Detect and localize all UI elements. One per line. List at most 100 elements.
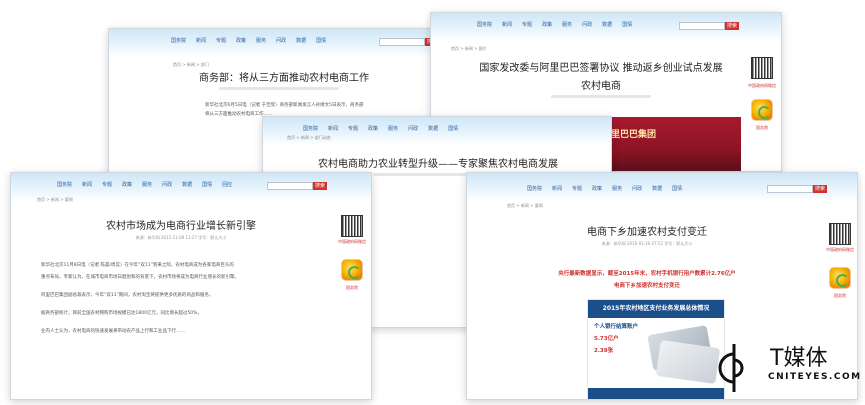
article-meta: 来源：新华网 2016-01-26 07:52 字号：默认大小 xyxy=(601,241,693,246)
nav-item[interactable]: 数据 xyxy=(602,21,612,28)
article-title: 农村市场成为电商行业增长新引擎 xyxy=(106,221,256,232)
article-title: 电商下乡加速农村支付变迁 xyxy=(587,227,707,238)
infographic-value: 2.39张 xyxy=(594,348,614,354)
qr-code-icon xyxy=(829,223,851,245)
nav-item[interactable]: 国务院 xyxy=(57,181,72,188)
nav-item[interactable]: 问政 xyxy=(276,37,286,44)
top-nav: 国务院 新闻 专题 政策 服务 问政 数据 国情 xyxy=(303,125,458,132)
photo-banner-text: 里巴巴集团 xyxy=(611,130,657,140)
search-input[interactable] xyxy=(379,38,425,46)
nav-item[interactable]: 数据 xyxy=(428,125,438,132)
nav-item[interactable]: 新闻 xyxy=(82,181,92,188)
article-title: 商务部：将从三方面推动农村电商工作 xyxy=(199,73,369,84)
search-button[interactable]: 搜索 xyxy=(813,185,827,193)
qr-code-icon xyxy=(751,57,773,79)
nav-item[interactable]: 服务 xyxy=(142,181,152,188)
qr-caption: 中国政府网微信 xyxy=(338,239,366,244)
nav-item[interactable]: 国务院 xyxy=(303,125,318,132)
nav-item[interactable]: 数据 xyxy=(652,185,662,192)
article-body-line: 阿里巴巴集团副总裁表示，今年“双11”期间，农村淘宝将提供更多优质的商品和服务。 xyxy=(41,293,214,298)
breadcrumb: 首页 > 新闻 > 要闻 xyxy=(507,203,543,208)
article-title-line2: 农村电商 xyxy=(581,81,621,92)
nav-item[interactable]: 数据 xyxy=(296,37,306,44)
search-input[interactable] xyxy=(679,22,725,30)
article-title: 国家发改委与阿里巴巴签署协议 推动返乡创业试点发展 xyxy=(479,63,723,74)
article-body-line: 业内人士认为，农村电商的快速发展将带动农产品上行和工业品下行…… xyxy=(41,329,185,334)
nav-item[interactable]: 国务院 xyxy=(527,185,542,192)
search-bar: 搜索 xyxy=(767,185,827,193)
nav-item[interactable]: 新闻 xyxy=(502,21,512,28)
app-caption: 国务院 xyxy=(756,125,768,130)
news-photo: 里巴巴集团 xyxy=(601,117,741,171)
nav-item[interactable]: 服务 xyxy=(388,125,398,132)
lead-line: 央行最新数据显示，截至2015年末，农村手机银行用户数累计2.76亿户 xyxy=(558,271,736,277)
nav-item[interactable]: 国情 xyxy=(316,37,326,44)
search-bar: 搜索 xyxy=(267,182,327,190)
tmt-logo: T媒体 CNITEYES.COM xyxy=(706,338,862,400)
top-nav: 国务院 新闻 专题 政策 服务 问政 数据 国情 回应 xyxy=(57,181,232,188)
article-title: 农村电商助力农业转型升级——专家聚焦农村电商发展 xyxy=(318,159,558,170)
infographic-title: 2015年农村地区支付业务发展总体情况 xyxy=(588,300,724,318)
nav-item[interactable]: 问政 xyxy=(162,181,172,188)
nav-item[interactable]: 政策 xyxy=(236,37,246,44)
infographic-value: 5.73亿户 xyxy=(594,336,619,342)
nav-item[interactable]: 政策 xyxy=(368,125,378,132)
breadcrumb: 首页 > 新闻 > 图片 xyxy=(451,46,487,51)
app-logo-icon[interactable] xyxy=(829,267,851,289)
nav-item[interactable]: 专题 xyxy=(572,185,582,192)
app-caption: 国务院 xyxy=(346,285,358,290)
search-button[interactable]: 搜索 xyxy=(725,22,739,30)
infographic-subtitle: 个人银行结算账户 xyxy=(594,324,639,330)
nav-item[interactable]: 专题 xyxy=(348,125,358,132)
nav-item[interactable]: 专题 xyxy=(522,21,532,28)
article-meta: 来源：新华网 2015-11-08 11:27 字号：默认大小 xyxy=(135,235,227,240)
article-body-line: 重点布局，专家认为，在城市电商市场日趋饱和的背景下，农村市场将成为电商行业增长的… xyxy=(41,275,239,280)
top-nav: 国务院 新闻 专题 政策 服务 问政 数据 国情 xyxy=(171,37,326,44)
nav-item[interactable]: 新闻 xyxy=(328,125,338,132)
search-input[interactable] xyxy=(267,182,313,190)
nav-item[interactable]: 政策 xyxy=(592,185,602,192)
nav-item[interactable]: 问政 xyxy=(632,185,642,192)
top-nav: 国务院 新闻 专题 政策 服务 问政 数据 国情 xyxy=(527,185,682,192)
nav-item[interactable]: 国情 xyxy=(672,185,682,192)
nav-item[interactable]: 新闻 xyxy=(552,185,562,192)
logo-site-text: CNITEYES.COM xyxy=(768,372,862,382)
article-body-line: 新华社北京11月8日电（记者 陈晨/周蕊）在今年“双11”到来之际，农村电商成为… xyxy=(41,263,234,268)
lead-line: 电商下乡加速农村支付变迁 xyxy=(613,283,680,289)
nav-item[interactable]: 新闻 xyxy=(196,37,206,44)
search-bar: 搜索 xyxy=(679,22,739,30)
nav-item[interactable]: 问政 xyxy=(582,21,592,28)
breadcrumb: 首页 > 新闻 > 要闻 xyxy=(37,197,73,202)
nav-item[interactable]: 国情 xyxy=(448,125,458,132)
nav-item[interactable]: 国情 xyxy=(622,21,632,28)
top-nav: 国务院 新闻 专题 政策 服务 问政 数据 国情 xyxy=(477,21,632,28)
nav-item[interactable]: 服务 xyxy=(562,21,572,28)
breadcrumb: 首页 > 新闻 > 部门动态 xyxy=(287,135,331,140)
nav-item[interactable]: 服务 xyxy=(256,37,266,44)
nav-item[interactable]: 国务院 xyxy=(171,37,186,44)
nav-item[interactable]: 问政 xyxy=(408,125,418,132)
search-button[interactable]: 搜索 xyxy=(313,182,327,190)
nav-item[interactable]: 专题 xyxy=(216,37,226,44)
nav-item[interactable]: 国情 xyxy=(202,181,212,188)
article-window-rural-market: 国务院 新闻 专题 政策 服务 问政 数据 国情 回应 搜索 首页 > 新闻 >… xyxy=(10,172,372,400)
logo-mark-icon xyxy=(718,344,744,392)
search-input[interactable] xyxy=(767,185,813,193)
app-caption: 国务院 xyxy=(834,293,846,298)
nav-item[interactable]: 回应 xyxy=(222,181,232,188)
app-logo-icon[interactable] xyxy=(751,99,773,121)
qr-caption: 中国政府网微信 xyxy=(748,83,776,88)
nav-item[interactable]: 国务院 xyxy=(477,21,492,28)
qr-code-icon xyxy=(341,215,363,237)
nav-item[interactable]: 数据 xyxy=(182,181,192,188)
infographic: 2015年农村地区支付业务发展总体情况 个人银行结算账户 5.73亿户 2.39… xyxy=(587,299,725,399)
logo-brand-text: T媒体 xyxy=(770,346,828,371)
nav-item[interactable]: 专题 xyxy=(102,181,112,188)
nav-item[interactable]: 政策 xyxy=(122,181,132,188)
article-body-line: 据商务部统计，目前全国农村网购市场规模已达1800亿元，同比增长超过50%。 xyxy=(41,311,202,316)
breadcrumb: 首页 > 新闻 > 部门 xyxy=(173,62,209,67)
nav-item[interactable]: 政策 xyxy=(542,21,552,28)
nav-item[interactable]: 服务 xyxy=(612,185,622,192)
qr-caption: 中国政府网微信 xyxy=(826,247,854,252)
app-logo-icon[interactable] xyxy=(341,259,363,281)
